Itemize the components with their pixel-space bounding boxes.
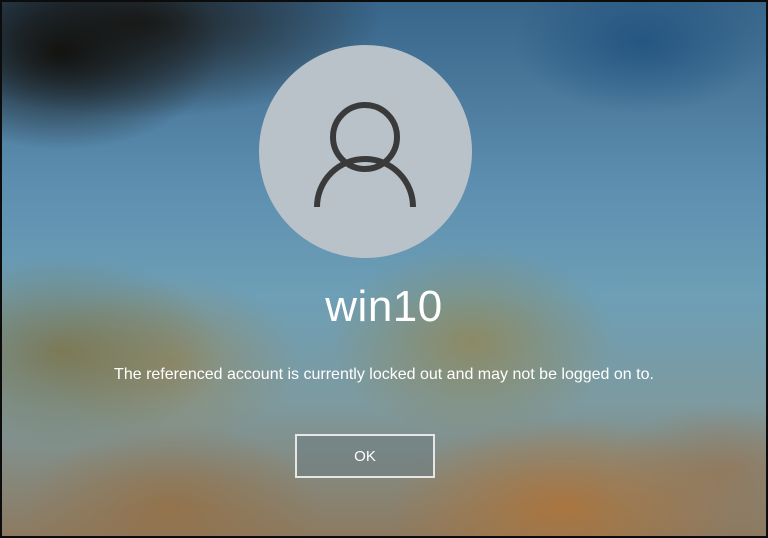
lock-screen: win10 The referenced account is currentl… xyxy=(0,0,768,538)
account-username: win10 xyxy=(325,282,443,331)
user-silhouette-icon xyxy=(314,102,416,208)
ok-button[interactable]: OK xyxy=(295,434,435,478)
error-message: The referenced account is currently lock… xyxy=(114,366,654,383)
avatar xyxy=(259,45,472,258)
